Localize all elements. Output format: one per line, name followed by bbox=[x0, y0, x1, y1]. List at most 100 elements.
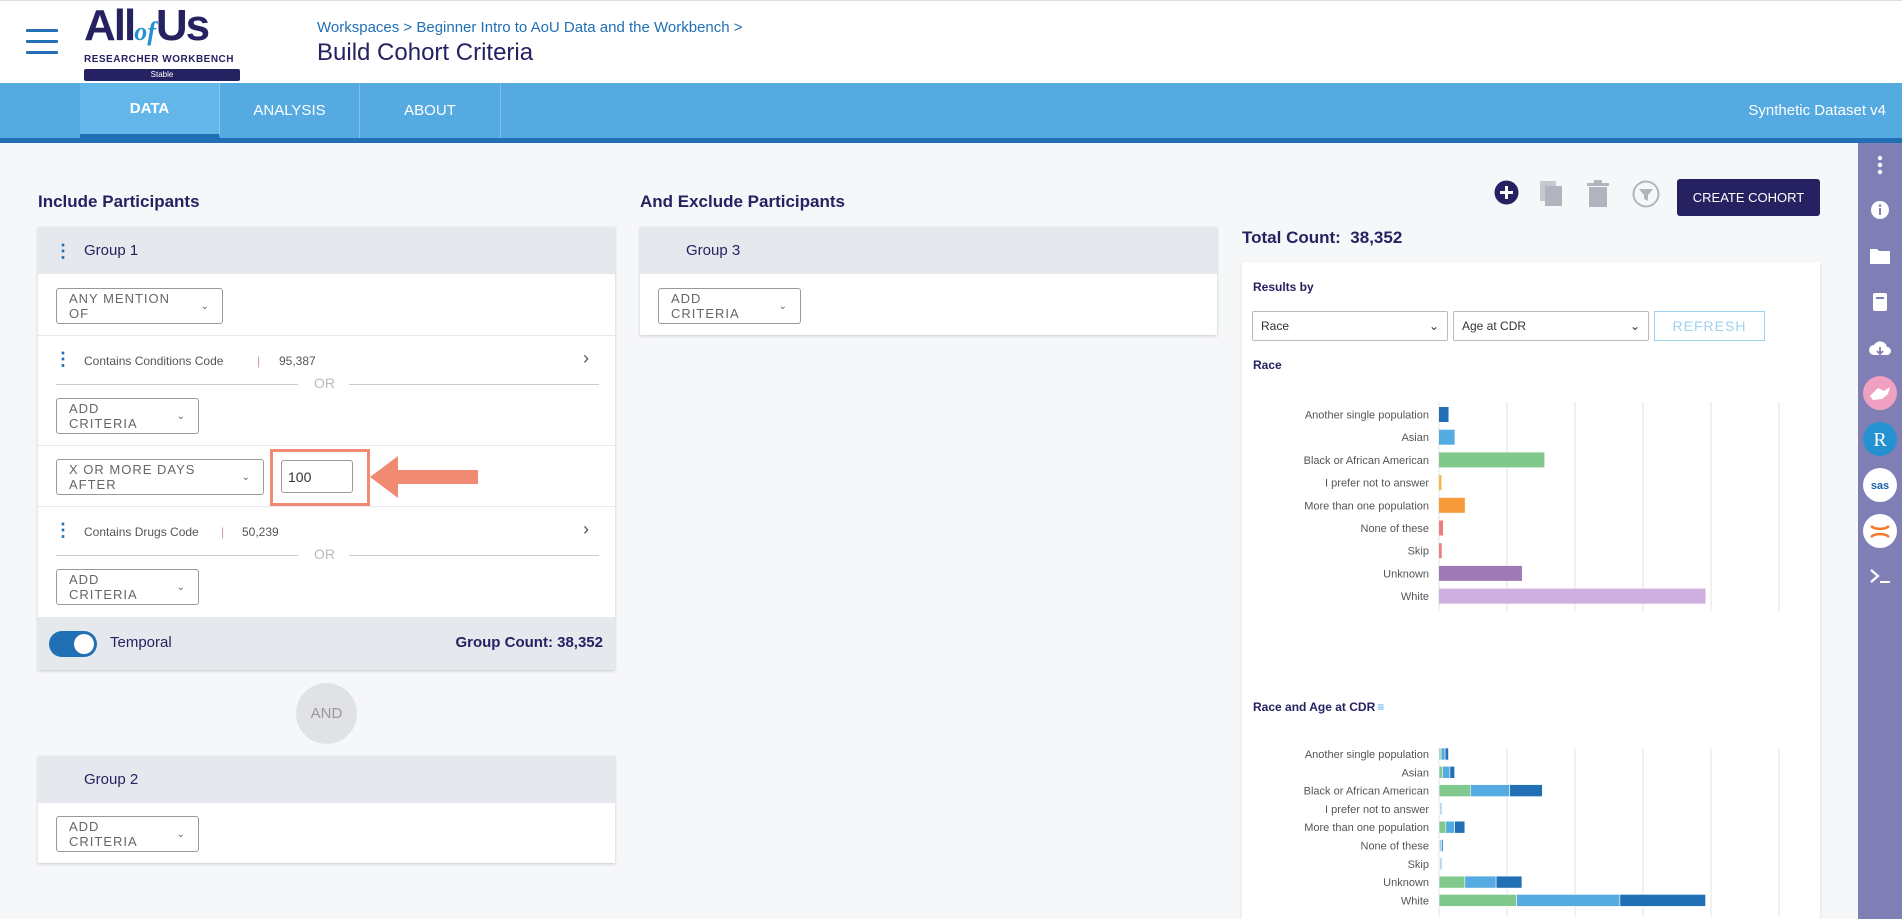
stacked-bar-unknown-1[interactable] bbox=[1464, 875, 1497, 889]
and-connector: AND bbox=[296, 683, 357, 744]
category-label: Asian bbox=[1401, 767, 1429, 779]
chevron-down-icon: ⌄ bbox=[200, 300, 210, 312]
stacked-bar-another-single-population-2[interactable] bbox=[1444, 748, 1449, 761]
cloud-icon[interactable] bbox=[1858, 326, 1902, 370]
workspace-nav: DATA ANALYSIS ABOUT Synthetic Dataset v4 bbox=[0, 83, 1902, 143]
add-criteria-button[interactable]: ADD CRITERIA ⌄ bbox=[56, 569, 199, 605]
bar-asian[interactable] bbox=[1439, 429, 1455, 445]
stacked-bar-black-or-african-american-2[interactable] bbox=[1509, 784, 1543, 797]
category-label: White bbox=[1401, 591, 1429, 603]
breadcrumb[interactable]: Workspaces > Beginner Intro to AoU Data … bbox=[317, 19, 743, 36]
tab-data[interactable]: DATA bbox=[80, 83, 220, 138]
category-label: None of these bbox=[1361, 523, 1430, 535]
terminal-icon[interactable] bbox=[1858, 554, 1902, 598]
add-icon[interactable] bbox=[1494, 180, 1519, 205]
stacked-bar-black-or-african-american-1[interactable] bbox=[1469, 784, 1511, 797]
category-label: Asian bbox=[1401, 432, 1429, 444]
category-label: Another single population bbox=[1305, 749, 1429, 761]
bar-another-single-population[interactable] bbox=[1439, 407, 1449, 422]
stacked-bar-black-or-african-american-0[interactable] bbox=[1438, 784, 1471, 797]
tab-analysis[interactable]: ANALYSIS bbox=[220, 83, 360, 138]
copy-icon[interactable] bbox=[1539, 180, 1563, 207]
category-label: Black or African American bbox=[1304, 786, 1429, 798]
chevron-down-icon: ⌄ bbox=[778, 300, 788, 312]
info-icon[interactable] bbox=[1858, 188, 1902, 232]
category-label: More than one population bbox=[1304, 500, 1429, 512]
cromwell-icon[interactable] bbox=[1858, 371, 1902, 415]
group-menu-icon[interactable]: ⋮ bbox=[52, 242, 74, 260]
stacked-bar-white-2[interactable] bbox=[1619, 894, 1706, 907]
stacked-bar-more-than-one-population-0[interactable] bbox=[1438, 820, 1447, 834]
more-vert-icon[interactable] bbox=[1858, 143, 1902, 187]
create-cohort-button[interactable]: CREATE COHORT bbox=[1677, 179, 1820, 216]
bar-none-of-these[interactable] bbox=[1439, 520, 1444, 536]
group-2-card: Group 2 ADD CRITERIA ⌄ bbox=[38, 756, 615, 863]
r-icon[interactable]: R bbox=[1858, 417, 1902, 461]
stacked-bar-i-prefer-not-to-answer-2[interactable] bbox=[1440, 802, 1442, 816]
results-panel: Results by Race ⌄ Age at CDR ⌄ REFRESH Rac… bbox=[1242, 262, 1820, 919]
stacked-bar-another-single-population-0[interactable] bbox=[1438, 748, 1442, 761]
criteria-menu-icon[interactable]: ⋮ bbox=[52, 350, 74, 368]
age-select[interactable]: Age at CDR ⌄ bbox=[1453, 311, 1649, 341]
stacked-bar-white-1[interactable] bbox=[1516, 894, 1621, 907]
stacked-bar-unknown-2[interactable] bbox=[1495, 875, 1523, 889]
add-criteria-button[interactable]: ADD CRITERIA ⌄ bbox=[658, 288, 801, 324]
race-bar-chart: 05k10k15k20k25kAnother single population… bbox=[1304, 402, 1780, 612]
stacked-bar-more-than-one-population-2[interactable] bbox=[1454, 820, 1466, 834]
temporal-label: Temporal bbox=[110, 634, 172, 651]
stacked-bar-unknown-0[interactable] bbox=[1438, 875, 1466, 889]
page-title: Build Cohort Criteria bbox=[317, 39, 534, 66]
chart-race-age-title: Race and Age at CDR ≡ bbox=[1253, 700, 1385, 714]
stacked-bar-asian-0[interactable] bbox=[1438, 765, 1443, 779]
days-value-input[interactable] bbox=[281, 460, 353, 493]
temporal-bar: Temporal Group Count: 38,352 bbox=[38, 617, 615, 670]
sort-icon[interactable]: ≡ bbox=[1377, 700, 1384, 714]
temporal-mention-dropdown[interactable]: X OR MORE DAYS AFTER ⌄ bbox=[56, 459, 264, 495]
or-divider-right bbox=[349, 555, 599, 556]
chevron-down-icon: ⌄ bbox=[176, 828, 186, 840]
filter-icon[interactable] bbox=[1632, 180, 1660, 208]
criteria-count: 95,387 bbox=[279, 354, 316, 368]
dataset-label: Synthetic Dataset v4 bbox=[1748, 102, 1886, 119]
category-label: More than one population bbox=[1304, 822, 1429, 834]
or-label: OR bbox=[308, 375, 341, 391]
results-by-select[interactable]: Race ⌄ bbox=[1252, 311, 1448, 341]
temporal-toggle[interactable] bbox=[49, 631, 97, 657]
bar-unknown[interactable] bbox=[1439, 565, 1522, 581]
sas-icon[interactable]: sas bbox=[1858, 463, 1902, 507]
jupyter-icon[interactable] bbox=[1858, 509, 1902, 553]
refresh-button[interactable]: REFRESH bbox=[1654, 311, 1765, 341]
stacked-bar-white-0[interactable] bbox=[1438, 894, 1517, 907]
add-criteria-button[interactable]: ADD CRITERIA ⌄ bbox=[56, 398, 199, 434]
stacked-bar-asian-1[interactable] bbox=[1442, 765, 1451, 779]
stacked-bar-none-of-these-2[interactable] bbox=[1441, 839, 1444, 852]
logo[interactable]: AllofUs RESEARCHER WORKBENCH Stable bbox=[84, 4, 240, 81]
stacked-bar-another-single-population-1[interactable] bbox=[1440, 748, 1446, 761]
group-2-header: Group 2 bbox=[38, 756, 615, 803]
stacked-bar-more-than-one-population-1[interactable] bbox=[1445, 820, 1455, 834]
chevron-right-icon[interactable]: › bbox=[583, 519, 589, 540]
folder-icon[interactable] bbox=[1858, 234, 1902, 278]
chevron-down-icon: ⌄ bbox=[241, 471, 251, 483]
stacked-bar-asian-2[interactable] bbox=[1449, 765, 1455, 779]
exclude-participants-title: And Exclude Participants bbox=[640, 192, 845, 211]
svg-text:sas: sas bbox=[1871, 480, 1889, 492]
category-label: I prefer not to answer bbox=[1325, 804, 1429, 816]
bar-skip[interactable] bbox=[1439, 543, 1442, 559]
stacked-bar-skip-2[interactable] bbox=[1440, 857, 1443, 871]
chevron-down-icon: ⌄ bbox=[1428, 319, 1439, 333]
bar-white[interactable] bbox=[1439, 588, 1706, 604]
chevron-right-icon[interactable]: › bbox=[583, 348, 589, 369]
menu-icon[interactable] bbox=[26, 29, 58, 55]
delete-icon[interactable] bbox=[1587, 180, 1609, 207]
book-icon[interactable] bbox=[1858, 280, 1902, 324]
category-label: Skip bbox=[1408, 546, 1429, 558]
bar-black-or-african-american[interactable] bbox=[1439, 452, 1545, 468]
bar-i-prefer-not-to-answer[interactable] bbox=[1439, 475, 1442, 491]
criteria-menu-icon[interactable]: ⋮ bbox=[52, 521, 74, 539]
category-label: None of these bbox=[1361, 841, 1430, 853]
tab-about[interactable]: ABOUT bbox=[360, 83, 501, 138]
bar-more-than-one-population[interactable] bbox=[1439, 497, 1465, 513]
add-criteria-button[interactable]: ADD CRITERIA ⌄ bbox=[56, 816, 199, 852]
any-mention-dropdown[interactable]: ANY MENTION OF ⌄ bbox=[56, 288, 223, 324]
